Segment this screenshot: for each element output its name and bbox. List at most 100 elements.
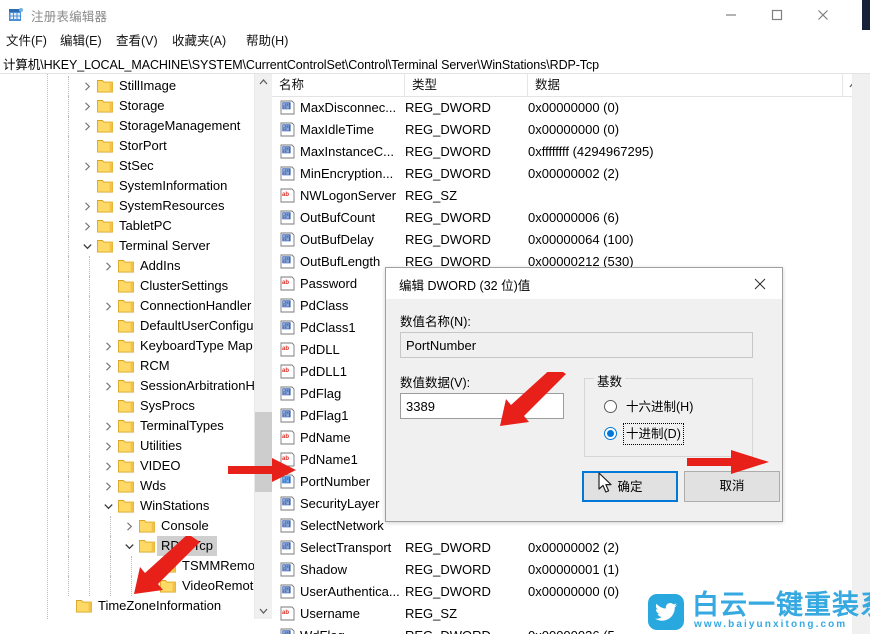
svg-text:110: 110 [283, 502, 289, 506]
tree-scroll-down-icon[interactable] [255, 602, 272, 619]
value-row[interactable]: 011 110 OutBufDelay REG_DWORD 0x00000064 (10… [272, 229, 870, 251]
string-icon: ab [280, 342, 295, 357]
value-data: 0x00000000 (0) [528, 122, 620, 137]
tree-node-label: StSec [119, 158, 154, 173]
tree-guide-line [89, 456, 90, 476]
registry-path: 计算机\HKEY_LOCAL_MACHINE\SYSTEM\CurrentCon… [3, 58, 599, 72]
base-groupbox: 基数 十六进制(H) 十进制(D) [584, 371, 753, 457]
address-bar[interactable]: 计算机\HKEY_LOCAL_MACHINE\SYSTEM\CurrentCon… [0, 52, 870, 73]
svg-text:110: 110 [283, 524, 289, 528]
tree-guide-line [68, 416, 69, 436]
list-vertical-scrollbar[interactable] [852, 74, 870, 634]
value-name: PortNumber [300, 474, 371, 489]
tree-scroll-up-icon[interactable] [255, 74, 272, 91]
tree-guide-line [89, 436, 90, 456]
menu-edit[interactable]: 编辑(E) [58, 32, 104, 50]
tree-guide-line [89, 476, 90, 496]
dword-icon: 011110 [280, 496, 295, 511]
folder-icon [76, 599, 92, 613]
tree-expander-expanded-icon[interactable] [79, 236, 95, 256]
tree-guide-line [68, 296, 69, 316]
value-row[interactable]: 011 110 OutBufCount REG_DWORD 0x00000006 (6) [272, 207, 870, 229]
tree-expander-collapsed-icon[interactable] [79, 196, 95, 216]
folder-icon [118, 459, 134, 473]
dialog-close-button[interactable] [738, 268, 782, 299]
svg-text:110: 110 [283, 172, 289, 176]
tree-expander-collapsed-icon[interactable] [100, 416, 116, 436]
tree-vertical-scrollbar[interactable] [254, 74, 272, 619]
tree-node-label: Utilities [140, 438, 182, 453]
value-row[interactable]: 011 110 MinEncryption... REG_DWORD 0x0000000… [272, 163, 870, 185]
value-row[interactable]: 011 110 UserAuthentica... REG_DWORD 0x000000… [272, 581, 870, 603]
tree-expander-collapsed-icon[interactable] [100, 296, 116, 316]
value-name: PdName [300, 430, 351, 445]
svg-text:ab: ab [282, 192, 289, 198]
tree-guide-line [89, 256, 90, 276]
tree-guide-line [68, 96, 69, 116]
value-row[interactable]: ab NWLogonServer REG_SZ [272, 185, 870, 207]
value-row[interactable]: 011110 WdFlag REG_DWORD 0x00000036 (5 [272, 625, 870, 634]
svg-text:110: 110 [283, 392, 289, 396]
registry-editor-window: 注册表编辑器 文件(F) 编辑(E) 查看(V) 收藏夹(A) 帮助(H) 计算… [0, 0, 870, 634]
ok-button[interactable]: 确定 [582, 471, 678, 502]
value-name-input[interactable] [400, 332, 753, 358]
tree-expander-collapsed-icon[interactable] [79, 96, 95, 116]
folder-icon [97, 119, 113, 133]
cancel-button[interactable]: 取消 [684, 471, 780, 502]
tree-expander-collapsed-icon[interactable] [79, 156, 95, 176]
value-name: PdClass1 [300, 320, 356, 335]
tree-guide-line [68, 536, 69, 556]
tree-expander-expanded-icon[interactable] [100, 496, 116, 516]
column-header-name[interactable]: 名称 [272, 74, 405, 96]
value-name: Username [300, 606, 360, 621]
close-button[interactable] [800, 0, 846, 30]
maximize-button[interactable] [754, 0, 800, 30]
value-name: PdDLL1 [300, 364, 347, 379]
value-name: PdFlag1 [300, 408, 349, 423]
tree-expander-collapsed-icon[interactable] [79, 76, 95, 96]
value-data: 0xffffffff (4294967295) [528, 144, 654, 159]
tree-expander-expanded-icon[interactable] [121, 536, 137, 556]
column-header-type[interactable]: 类型 [405, 74, 528, 96]
value-row[interactable]: 011 110 SelectTransport REG_DWORD 0x00000002… [272, 537, 870, 559]
column-header-data[interactable]: 数据 [528, 74, 843, 96]
tree-expander-collapsed-icon[interactable] [100, 376, 116, 396]
tree-expander-collapsed-icon[interactable] [100, 436, 116, 456]
tree-scrollbar-thumb[interactable] [255, 412, 272, 492]
tree-expander-collapsed-icon[interactable] [100, 356, 116, 376]
folder-icon [118, 399, 134, 413]
value-data-input[interactable] [400, 393, 564, 419]
menu-help[interactable]: 帮助(H) [244, 32, 290, 50]
tree-guide-line [89, 516, 90, 536]
value-row[interactable]: 011 110 Shadow REG_DWORD 0x00000001 (1) [272, 559, 870, 581]
tree-expander-collapsed-icon[interactable] [100, 256, 116, 276]
tree-guide-line [110, 516, 111, 536]
menu-file[interactable]: 文件(F) [4, 32, 49, 50]
value-row[interactable]: 011 110 MaxIdleTime REG_DWORD 0x00000000 (0) [272, 119, 870, 141]
minimize-button[interactable] [708, 0, 754, 30]
tree-guide-line [68, 476, 69, 496]
tree-expander-collapsed-icon[interactable] [100, 336, 116, 356]
tree-guide-line [47, 74, 48, 619]
svg-text:110: 110 [283, 546, 289, 550]
value-row[interactable]: 011 110 MaxInstanceC... REG_DWORD 0xffffffff… [272, 141, 870, 163]
menu-favorites[interactable]: 收藏夹(A) [170, 32, 228, 50]
tree-node-label: TabletPC [119, 218, 172, 233]
menu-view[interactable]: 查看(V) [114, 32, 160, 50]
tree-expander-collapsed-icon[interactable] [100, 476, 116, 496]
svg-text:110: 110 [283, 260, 289, 264]
tree-guide-line [68, 556, 69, 576]
registry-tree-pane: StillImage Storage StorageManagement StorPo… [0, 74, 273, 619]
value-name: MaxIdleTime [300, 122, 374, 137]
tree-expander-collapsed-icon[interactable] [100, 456, 116, 476]
tree-expander-collapsed-icon[interactable] [121, 516, 137, 536]
tree-expander-collapsed-icon[interactable] [79, 116, 95, 136]
tree-guide-line [68, 516, 69, 536]
value-row[interactable]: 011 110 MaxDisconnec... REG_DWORD 0x00000000… [272, 97, 870, 119]
value-name: SelectTransport [300, 540, 392, 555]
value-row[interactable]: ab Username REG_SZ [272, 603, 870, 625]
tree-expander-collapsed-icon[interactable] [79, 216, 95, 236]
tree-node-label: StillImage [119, 78, 177, 93]
value-type: REG_DWORD [405, 625, 491, 634]
string-icon: ab [280, 452, 295, 467]
